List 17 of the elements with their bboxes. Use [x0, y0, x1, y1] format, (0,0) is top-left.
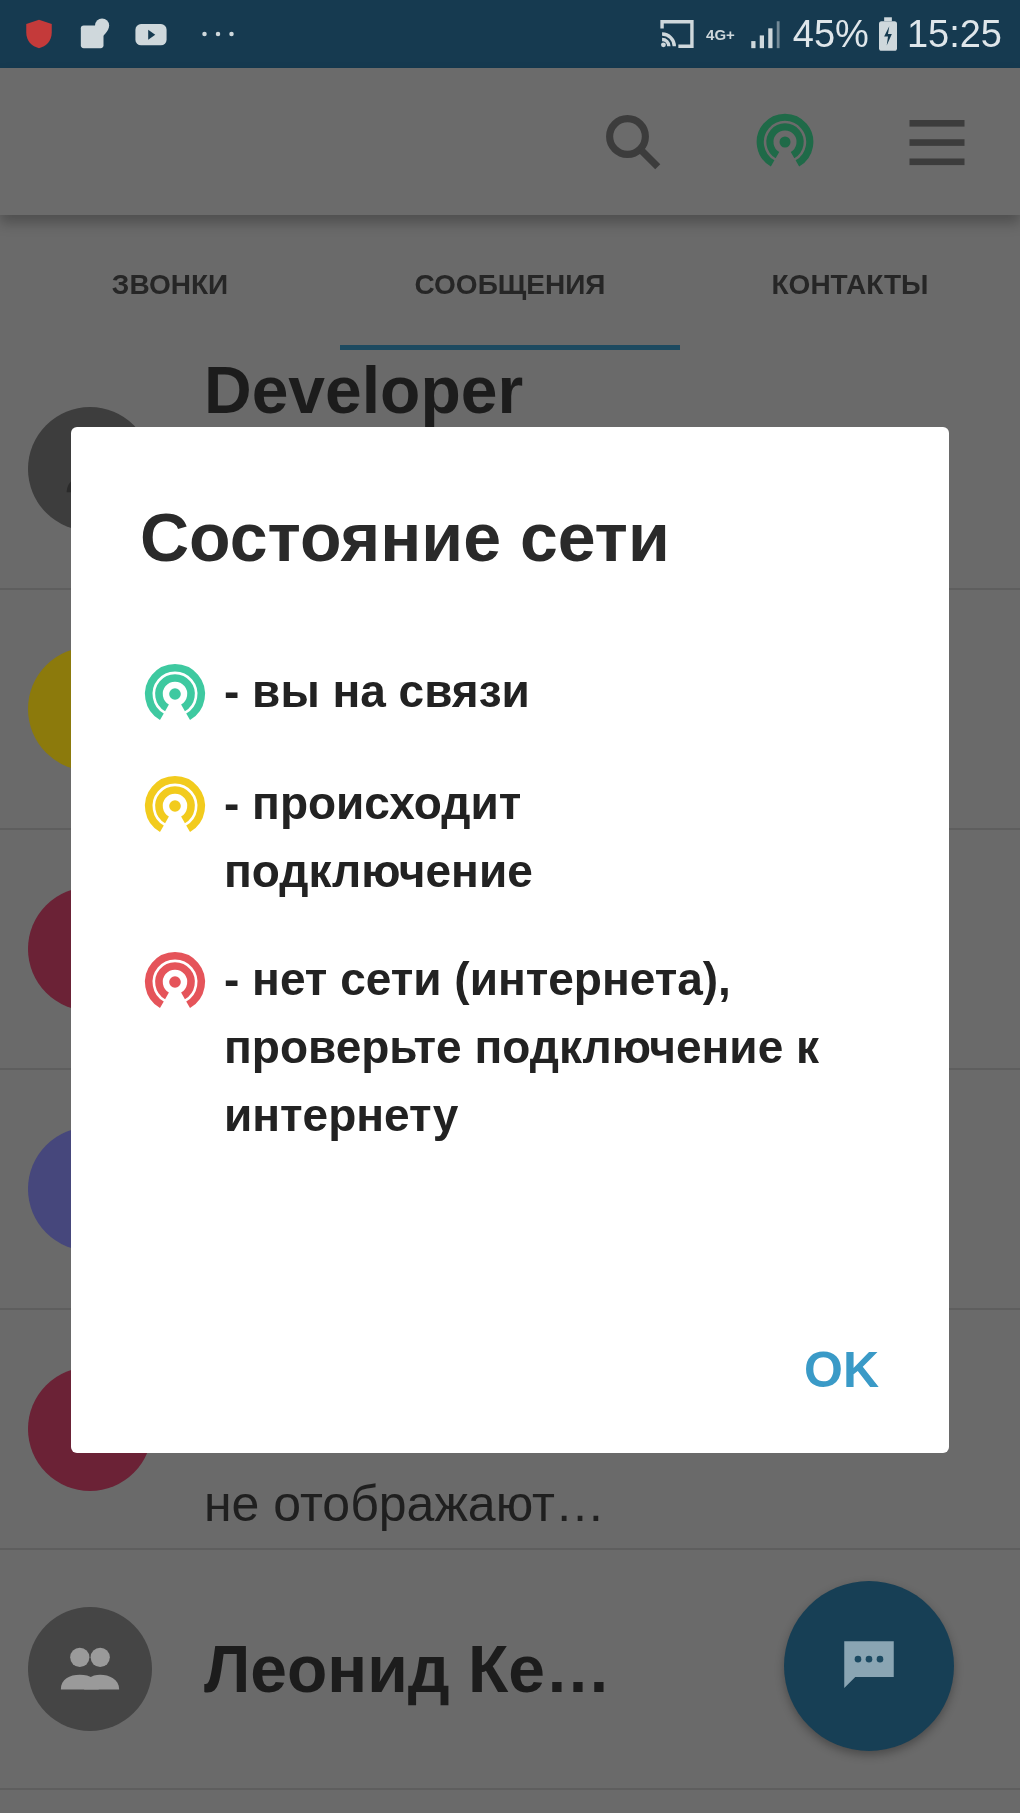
status-description: - происходит подключение	[224, 775, 534, 899]
contact-name: Developer	[204, 354, 524, 427]
status-description: - нет сети (интернета), проверьте подключение к интернету	[224, 951, 820, 1143]
clock: 15:25	[906, 12, 1002, 56]
message-preview: не отображают…	[204, 1475, 605, 1533]
dialog-title: Состояние сети	[140, 498, 671, 577]
tab[interactable]: КОНТАКТЫ	[680, 215, 1020, 350]
ok-button[interactable]: OK	[794, 1327, 889, 1413]
network-type: 4G+	[706, 25, 735, 43]
contact-name: Леонид Ке…	[204, 1631, 611, 1707]
battery-icon	[878, 17, 897, 51]
cast-icon	[658, 17, 697, 51]
tab[interactable]: ЗВОНКИ	[0, 215, 340, 350]
tab[interactable]: СООБЩЕНИЯ	[340, 215, 680, 350]
battery-percent: 45%	[792, 12, 869, 56]
more-icon	[200, 30, 236, 38]
status-description: - вы на связи	[224, 663, 531, 719]
